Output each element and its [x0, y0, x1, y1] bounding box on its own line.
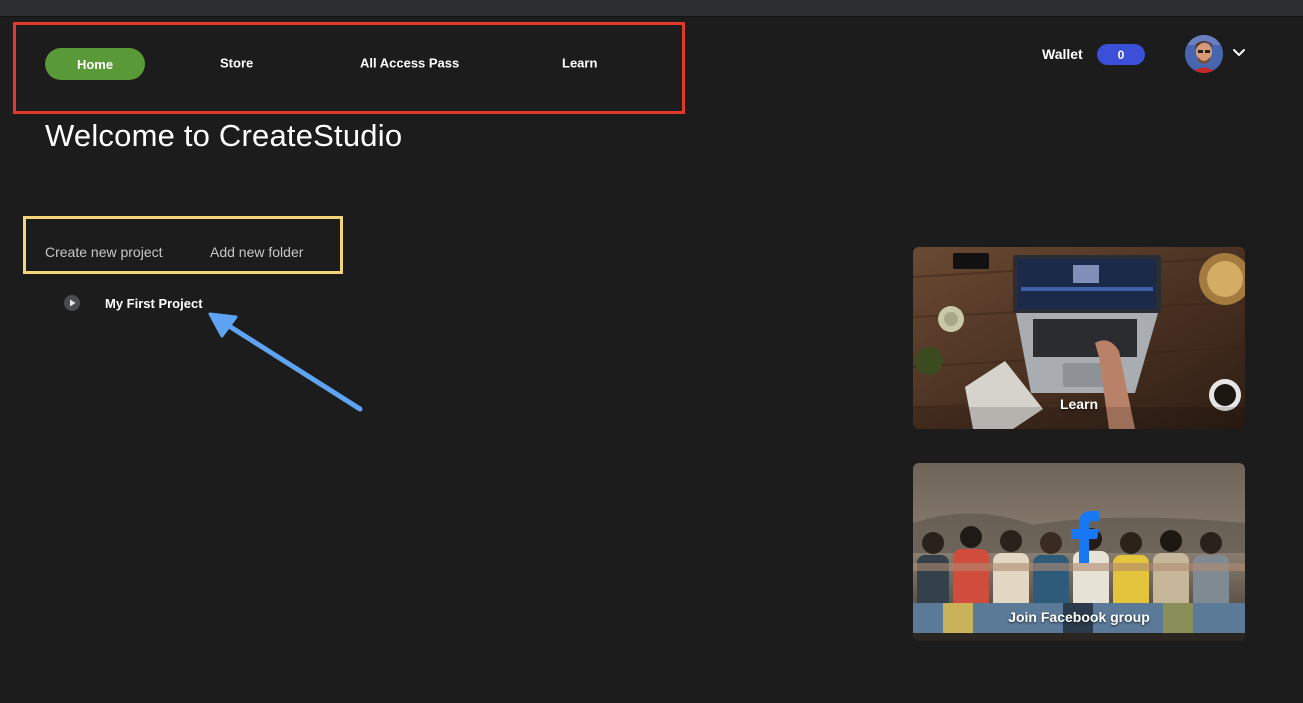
create-new-project-link[interactable]: Create new project	[45, 244, 163, 260]
facebook-card-label: Join Facebook group	[1008, 609, 1150, 625]
play-icon[interactable]	[63, 294, 81, 312]
nav-home-button[interactable]: Home	[45, 48, 145, 80]
nav-learn-link[interactable]: Learn	[562, 56, 597, 71]
arrow-annotation	[208, 312, 363, 412]
wallet-balance-badge[interactable]: 0	[1097, 44, 1145, 65]
nav-all-access-pass-link[interactable]: All Access Pass	[360, 56, 459, 71]
avatar[interactable]	[1185, 35, 1223, 73]
learn-card-label: Learn	[1059, 396, 1099, 412]
nav-store-link[interactable]: Store	[220, 56, 253, 71]
facebook-group-card[interactable]: Join Facebook group	[913, 463, 1245, 641]
project-list-item[interactable]: My First Project	[63, 292, 203, 314]
avatar-image	[1185, 35, 1223, 73]
wallet-label: Wallet	[1042, 46, 1083, 62]
learn-card[interactable]: Learn	[913, 247, 1245, 429]
nav-home-label: Home	[76, 56, 114, 72]
page-title: Welcome to CreateStudio	[45, 118, 403, 153]
chevron-down-icon[interactable]	[1230, 44, 1248, 62]
project-name: My First Project	[105, 295, 203, 311]
add-new-folder-link[interactable]: Add new folder	[210, 244, 303, 260]
wallet-balance: 0	[1117, 47, 1125, 62]
window-titlebar	[0, 0, 1303, 17]
